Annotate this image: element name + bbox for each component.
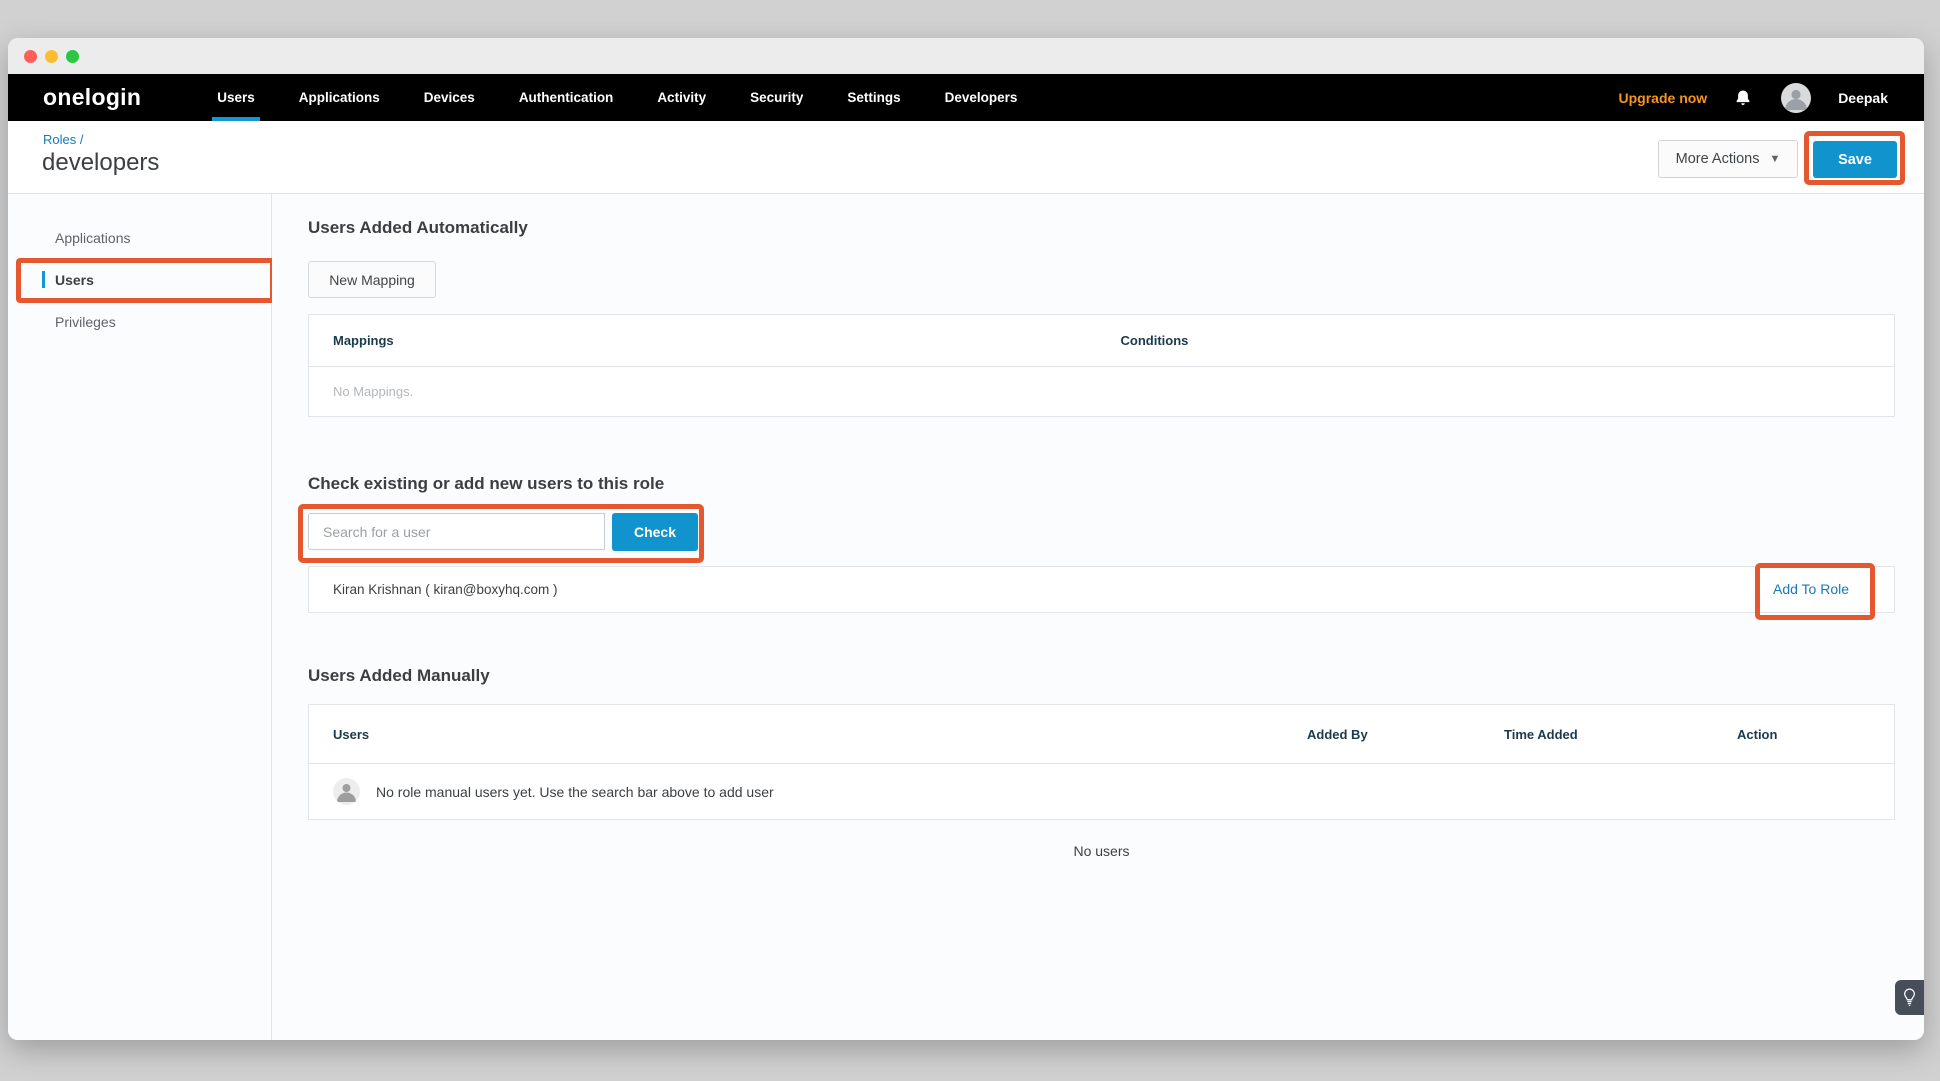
nav-tab-activity[interactable]: Activity	[635, 74, 728, 121]
manual-table-header: Users Added By Time Added Action	[309, 705, 1894, 764]
page-title: developers	[42, 149, 159, 177]
auto-section-heading: Users Added Automatically	[308, 218, 1895, 238]
onelogin-logo: onelogin	[43, 84, 141, 111]
role-sidebar: Applications Users Privileges	[8, 194, 272, 1040]
result-user-text: Kiran Krishnan ( kiran@boxyhq.com )	[333, 582, 558, 597]
sidebar-item-privileges[interactable]: Privileges	[8, 301, 271, 343]
sidebar-item-users[interactable]: Users	[8, 259, 271, 301]
app-window: onelogin Users Applications Devices Auth…	[8, 38, 1924, 1040]
save-button[interactable]: Save	[1813, 141, 1897, 178]
active-item-marker	[42, 271, 45, 288]
current-user-name[interactable]: Deepak	[1838, 90, 1888, 106]
search-annotation-box: Check	[308, 513, 698, 551]
column-header-added-by: Added By	[1307, 727, 1504, 742]
mappings-empty-row: No Mappings.	[309, 367, 1894, 416]
window-minimize-button[interactable]	[45, 50, 58, 63]
navbar-right: Upgrade now Deepak	[1619, 74, 1888, 121]
add-to-role-annotation-box: Add To Role	[1773, 581, 1849, 599]
mappings-table: Mappings Conditions No Mappings.	[308, 314, 1895, 417]
main-content: Users Added Automatically New Mapping Ma…	[272, 194, 1924, 1040]
add-to-role-link[interactable]: Add To Role	[1773, 581, 1849, 597]
lightbulb-icon	[1903, 988, 1916, 1007]
nav-tab-users[interactable]: Users	[195, 74, 277, 121]
nav-tab-applications[interactable]: Applications	[277, 74, 402, 121]
more-actions-button[interactable]: More Actions ▼	[1658, 140, 1798, 178]
new-mapping-button[interactable]: New Mapping	[308, 261, 436, 298]
no-manual-users-text: No role manual users yet. Use the search…	[376, 784, 774, 800]
more-actions-label: More Actions	[1676, 151, 1760, 167]
placeholder-avatar-icon	[333, 778, 360, 805]
nav-tab-settings[interactable]: Settings	[825, 74, 922, 121]
column-header-time-added: Time Added	[1504, 727, 1737, 742]
check-section-heading: Check existing or add new users to this …	[308, 474, 1895, 494]
breadcrumb-roles-link[interactable]: Roles /	[43, 132, 83, 147]
manual-section-heading: Users Added Manually	[308, 666, 1895, 686]
nav-tab-developers[interactable]: Developers	[923, 74, 1040, 121]
window-close-button[interactable]	[24, 50, 37, 63]
no-mappings-text: No Mappings.	[309, 384, 413, 399]
nav-tab-devices[interactable]: Devices	[402, 74, 497, 121]
user-avatar[interactable]	[1781, 83, 1811, 113]
chevron-down-icon: ▼	[1769, 153, 1780, 165]
column-header-action: Action	[1737, 727, 1894, 742]
save-annotation-box: Save	[1813, 141, 1897, 178]
top-navbar: onelogin Users Applications Devices Auth…	[8, 74, 1924, 121]
page-header: Roles / developers More Actions ▼ Save	[8, 121, 1924, 194]
sidebar-item-applications[interactable]: Applications	[8, 217, 271, 259]
user-search-input[interactable]	[308, 513, 605, 550]
column-header-conditions: Conditions	[1121, 333, 1894, 348]
check-button[interactable]: Check	[612, 513, 698, 551]
manual-empty-row: No role manual users yet. Use the search…	[309, 764, 1894, 819]
sidebar-item-users-label: Users	[55, 272, 94, 288]
window-maximize-button[interactable]	[66, 50, 79, 63]
window-titlebar	[8, 38, 1924, 74]
nav-tab-security[interactable]: Security	[728, 74, 825, 121]
no-users-text: No users	[308, 843, 1895, 859]
upgrade-now-link[interactable]: Upgrade now	[1619, 90, 1708, 106]
notification-bell-icon[interactable]	[1734, 87, 1754, 109]
search-result-row: Kiran Krishnan ( kiran@boxyhq.com ) Add …	[308, 566, 1895, 613]
column-header-users: Users	[309, 727, 1307, 742]
column-header-mappings: Mappings	[309, 333, 1121, 348]
help-lightbulb-button[interactable]	[1895, 980, 1924, 1015]
manual-users-table: Users Added By Time Added Action No role…	[308, 704, 1895, 820]
nav-tabs: Users Applications Devices Authenticatio…	[195, 74, 1039, 121]
mappings-table-header: Mappings Conditions	[309, 315, 1894, 367]
nav-tab-authentication[interactable]: Authentication	[497, 74, 636, 121]
